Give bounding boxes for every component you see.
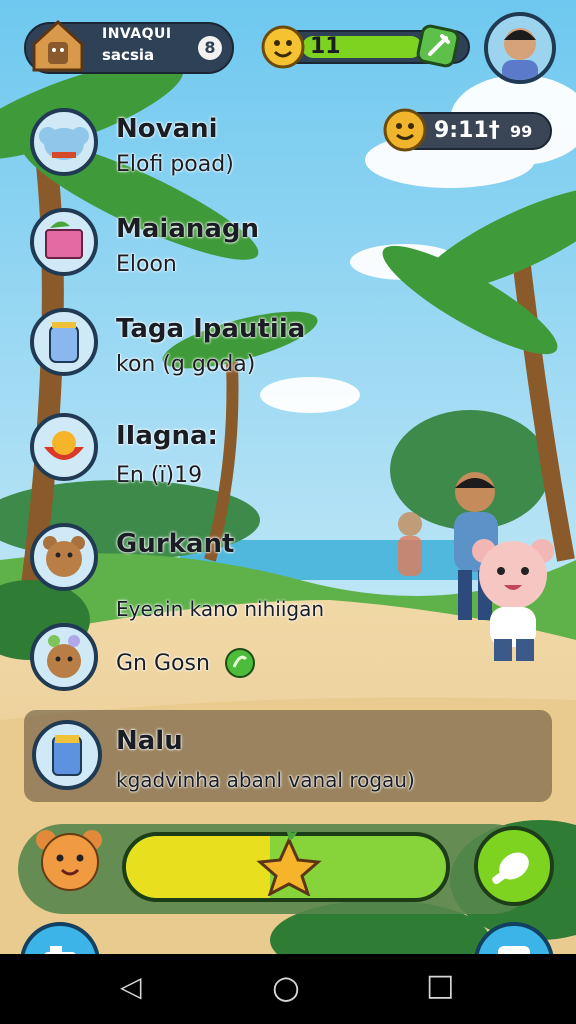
- timer-face-icon: [382, 106, 428, 154]
- list-item[interactable]: Taga Ipautiia kon (g goda): [0, 300, 380, 390]
- item-subtitle: kon (g goda): [116, 352, 256, 377]
- player-avatar[interactable]: [484, 12, 556, 84]
- glove-icon: [492, 852, 529, 885]
- bear-icon: [30, 523, 98, 591]
- bear-flower-icon: [30, 623, 98, 691]
- game-screen: INVAQUI sacsia 8 11 9:11† 99 Novani Elof…: [0, 0, 576, 1024]
- elephant-icon: [30, 108, 98, 176]
- smiley-coin-icon: [260, 24, 306, 70]
- home-button[interactable]: ○: [272, 968, 300, 1006]
- item-title: Maianagn: [116, 214, 260, 244]
- timer-value: 9:11†: [434, 118, 500, 143]
- back-button[interactable]: ◁: [120, 970, 142, 1003]
- bowl-icon: [30, 413, 98, 481]
- list-item[interactable]: Gn Gosn: [0, 615, 380, 705]
- list-item[interactable]: Novani Elofi poad): [0, 100, 380, 190]
- item-title: Gurkant: [116, 529, 235, 559]
- star-fruit-icon: [256, 826, 322, 898]
- item-title: IIagna:: [116, 421, 218, 451]
- profile-action-button[interactable]: 8: [198, 36, 222, 60]
- system-nav-bar: ◁ ○ □: [0, 954, 576, 1024]
- item-title: Taga Ipautiia: [116, 314, 306, 344]
- list-item[interactable]: Maianagn Eloon: [0, 200, 380, 290]
- action-round-button[interactable]: [474, 826, 554, 906]
- item-subtitle: Elofi poad): [116, 152, 234, 177]
- profile-action-glyph: 8: [204, 38, 216, 57]
- house-avatar-icon: [28, 16, 88, 76]
- timer-extra: 99: [510, 122, 533, 141]
- item-subtitle: Gn Gosn: [116, 651, 210, 676]
- highlight-subtitle: kgadvinha abanl vanal rogau): [116, 768, 415, 792]
- bear-mascot-icon: [30, 826, 114, 902]
- progress-fill: [126, 836, 270, 898]
- list-item[interactable]: Gurkant Eyeain kano nihiigan: [0, 515, 380, 621]
- recent-apps-button[interactable]: □: [426, 968, 454, 1003]
- item-title: Novani: [116, 114, 218, 144]
- character-pink-bear: [468, 535, 558, 665]
- glass-icon: [32, 720, 102, 790]
- item-subtitle: Eloon: [116, 252, 177, 277]
- book-icon: [30, 208, 98, 276]
- profile-subtitle: sacsia: [102, 46, 155, 64]
- highlight-panel[interactable]: Nalu kgadvinha abanl vanal rogau): [24, 710, 552, 802]
- item-subtitle: En (ï)19: [116, 463, 203, 488]
- list-item[interactable]: IIagna: En (ï)19: [0, 405, 380, 495]
- tool-icon[interactable]: [414, 22, 462, 70]
- profile-panel[interactable]: INVAQUI sacsia 8: [24, 19, 234, 74]
- highlight-title: Nalu: [116, 726, 183, 756]
- level-value: 11: [310, 34, 341, 59]
- leaf-badge-icon: [224, 647, 256, 679]
- profile-name: INVAQUI: [102, 26, 172, 42]
- character-girl: [390, 510, 430, 580]
- jar-icon: [30, 308, 98, 376]
